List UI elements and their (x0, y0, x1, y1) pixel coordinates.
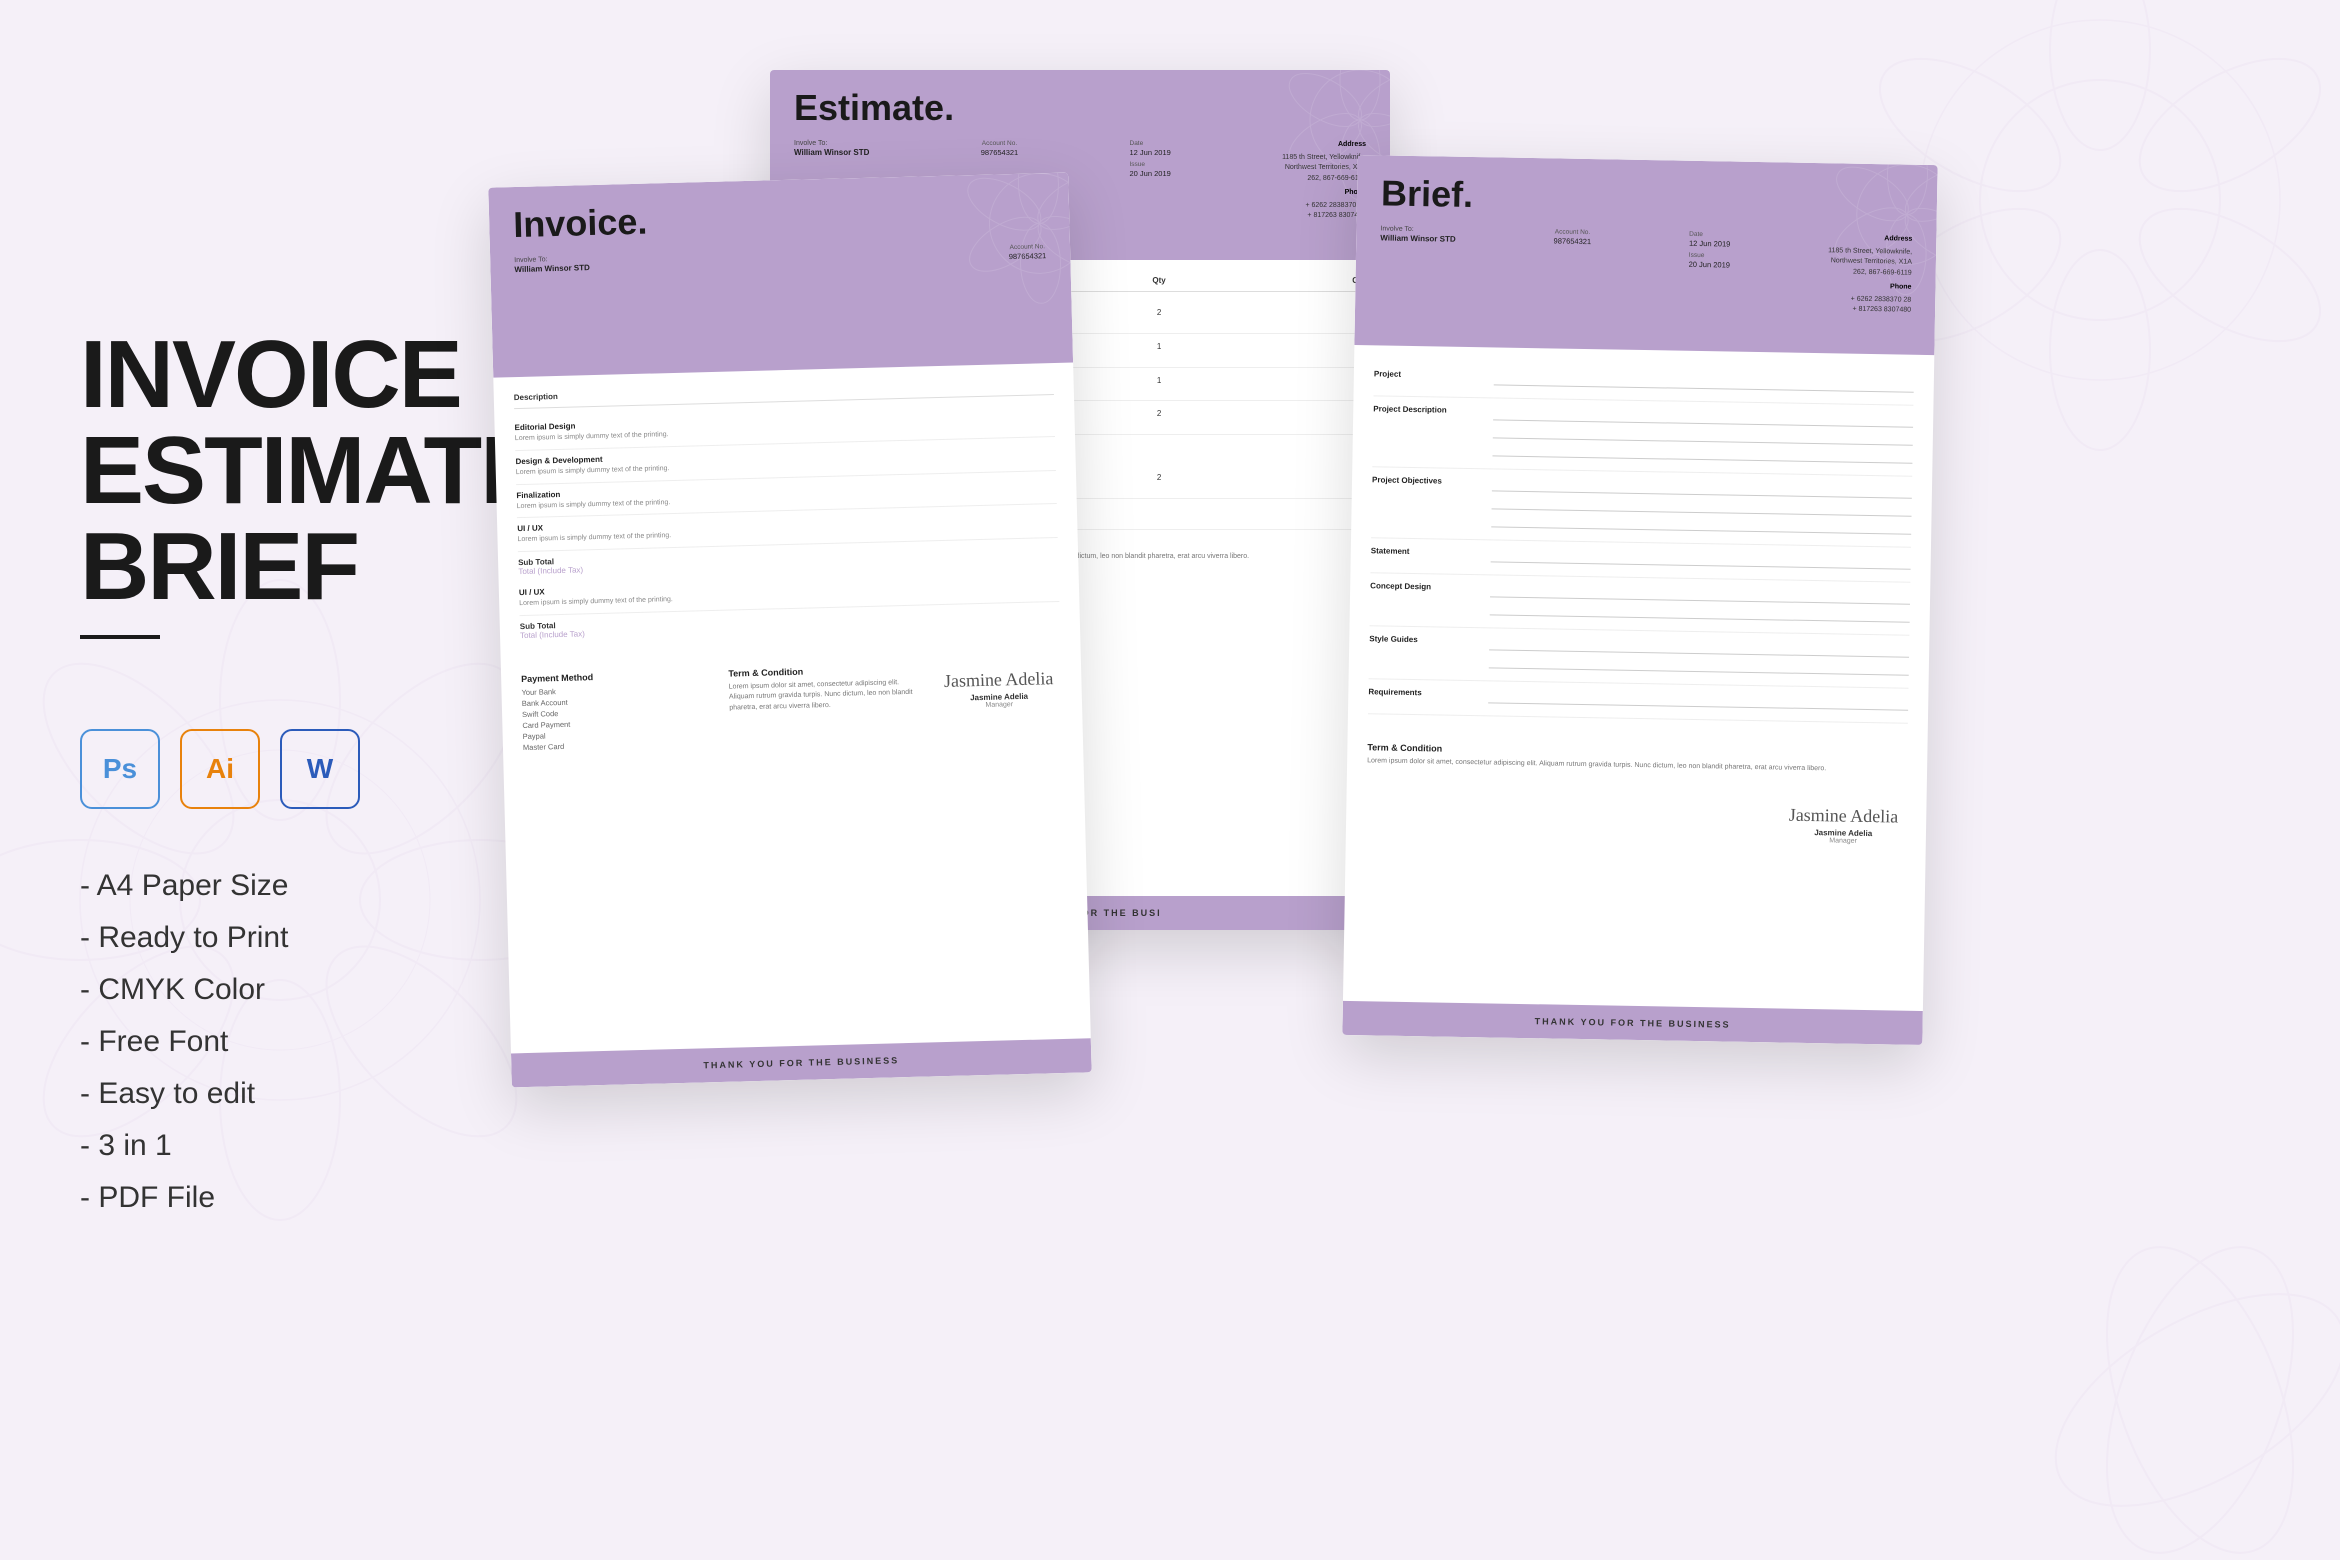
invoice-terms: Term & Condition Lorem ipsum dolor sit a… (728, 664, 921, 749)
estimate-account: Account No. 987654321 (981, 140, 1019, 157)
feature-cmyk: - CMYK Color (80, 973, 480, 1007)
title-block: INVOICE ESTIMATE BRIEF (80, 327, 480, 689)
brief-field-style: Style Guides (1369, 626, 1910, 688)
feature-3in1: - 3 in 1 (80, 1129, 480, 1163)
invoice-body: Description Editorial Design Lorem ipsum… (493, 362, 1080, 662)
estimate-title: Estimate. (794, 90, 1366, 126)
brief-dates: Date 12 Jun 2019 Issue 20 Jun 2019 (1689, 231, 1731, 270)
invoice-signature: Jasmine Adelia Jasmine Adelia Manager (935, 660, 1063, 743)
payment-method: Payment Method Your Bank Bank Account Sw… (521, 669, 714, 754)
brief-footer: THANK YOU FOR THE BUSINESS (1342, 1001, 1923, 1045)
feature-font: - Free Font (80, 1025, 480, 1059)
left-panel: INVOICE ESTIMATE BRIEF Ps Ai W - A4 Pape… (0, 0, 560, 1560)
brief-account: Account No. 987654321 (1554, 228, 1592, 246)
features-list: - A4 Paper Size - Ready to Print - CMYK … (80, 869, 480, 1233)
main-title: INVOICE ESTIMATE BRIEF (80, 327, 480, 615)
invoice-involve: Involve To: William Winsor STD (514, 255, 590, 274)
brief-signature-row: Jasmine Adelia Jasmine Adelia Manager (1346, 778, 1927, 863)
feature-pdf: - PDF File (80, 1181, 480, 1215)
brief-body: Project Project Description Project Obje… (1348, 345, 1935, 740)
photoshop-icon: Ps (80, 729, 160, 809)
invoice-document: Invoice. Involve To: William Winsor STD … (488, 173, 1091, 1088)
invoice-footer: THANK YOU FOR THE BUSINESS (511, 1038, 1092, 1087)
brief-signature: Jasmine Adelia Jasmine Adelia Manager (1780, 796, 1906, 853)
software-icons: Ps Ai W (80, 729, 480, 809)
feature-print: - Ready to Print (80, 921, 480, 955)
invoice-header: Invoice. Involve To: William Winsor STD … (488, 173, 1073, 378)
illustrator-icon: Ai (180, 729, 260, 809)
feature-edit: - Easy to edit (80, 1077, 480, 1111)
brief-field-project-desc: Project Description (1372, 396, 1913, 476)
invoice-account: Account No. 987654321 (1008, 243, 1046, 261)
title-divider (80, 635, 160, 639)
brief-field-objectives: Project Objectives (1371, 467, 1912, 547)
estimate-address: Address 1185 th Street, Yellowknife, Nor… (1282, 140, 1366, 222)
feature-a4: - A4 Paper Size (80, 869, 480, 903)
invoice-title: Invoice. (513, 193, 1046, 243)
docs-area: Estimate. Involve To: William Winsor STD… (480, 60, 2300, 1500)
brief-title: Brief. (1381, 175, 1914, 220)
brief-field-concept: Concept Design (1370, 573, 1911, 635)
estimate-involve: Involve To: William Winsor STD (794, 140, 869, 157)
brief-header: Brief. Involve To: William Winsor STD Ac… (1354, 155, 1937, 355)
brief-document: Brief. Involve To: William Winsor STD Ac… (1342, 155, 1937, 1045)
estimate-dates: Date 12 Jun 2019 Issue 20 Jun 2019 (1130, 140, 1171, 178)
word-icon: W (280, 729, 360, 809)
brief-address: Address 1185 th Street, Yellowknife, Nor… (1827, 233, 1912, 316)
brief-involve: Involve To: William Winsor STD (1380, 225, 1456, 243)
invoice-payment: Payment Method Your Bank Bank Account Sw… (501, 647, 1084, 766)
